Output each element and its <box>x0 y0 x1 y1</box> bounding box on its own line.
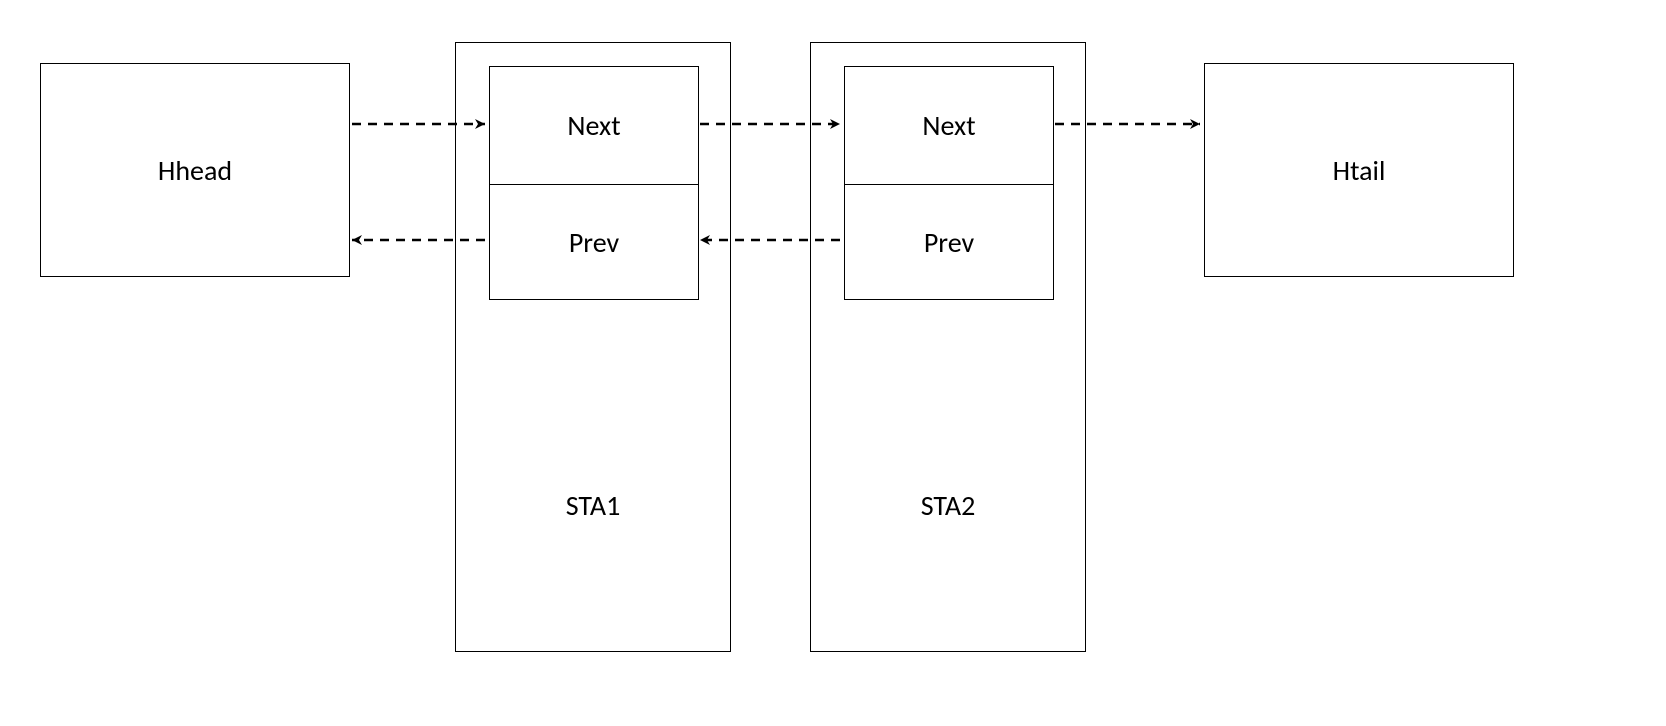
hhead-box: Hhead <box>40 63 350 277</box>
sta1-prev-cell: Prev <box>490 184 698 301</box>
sta1-prev-label: Prev <box>569 225 619 260</box>
htail-box: Htail <box>1204 63 1514 277</box>
htail-label: Htail <box>1333 153 1386 188</box>
sta1-next-label: Next <box>567 108 620 143</box>
sta2-name-label: STA2 <box>811 488 1085 523</box>
sta2-next-cell: Next <box>845 67 1053 184</box>
sta2-pointer-box: Next Prev <box>844 66 1054 300</box>
sta2-prev-cell: Prev <box>845 184 1053 301</box>
sta1-name-label: STA1 <box>456 488 730 523</box>
sta1-next-cell: Next <box>490 67 698 184</box>
sta2-outer-box: Next Prev STA2 <box>810 42 1086 652</box>
sta1-outer-box: Next Prev STA1 <box>455 42 731 652</box>
sta1-pointer-box: Next Prev <box>489 66 699 300</box>
linked-list-diagram: Hhead Next Prev STA1 Next Prev <box>0 0 1666 726</box>
sta2-prev-label: Prev <box>924 225 974 260</box>
hhead-label: Hhead <box>158 153 232 188</box>
sta2-next-label: Next <box>922 108 975 143</box>
